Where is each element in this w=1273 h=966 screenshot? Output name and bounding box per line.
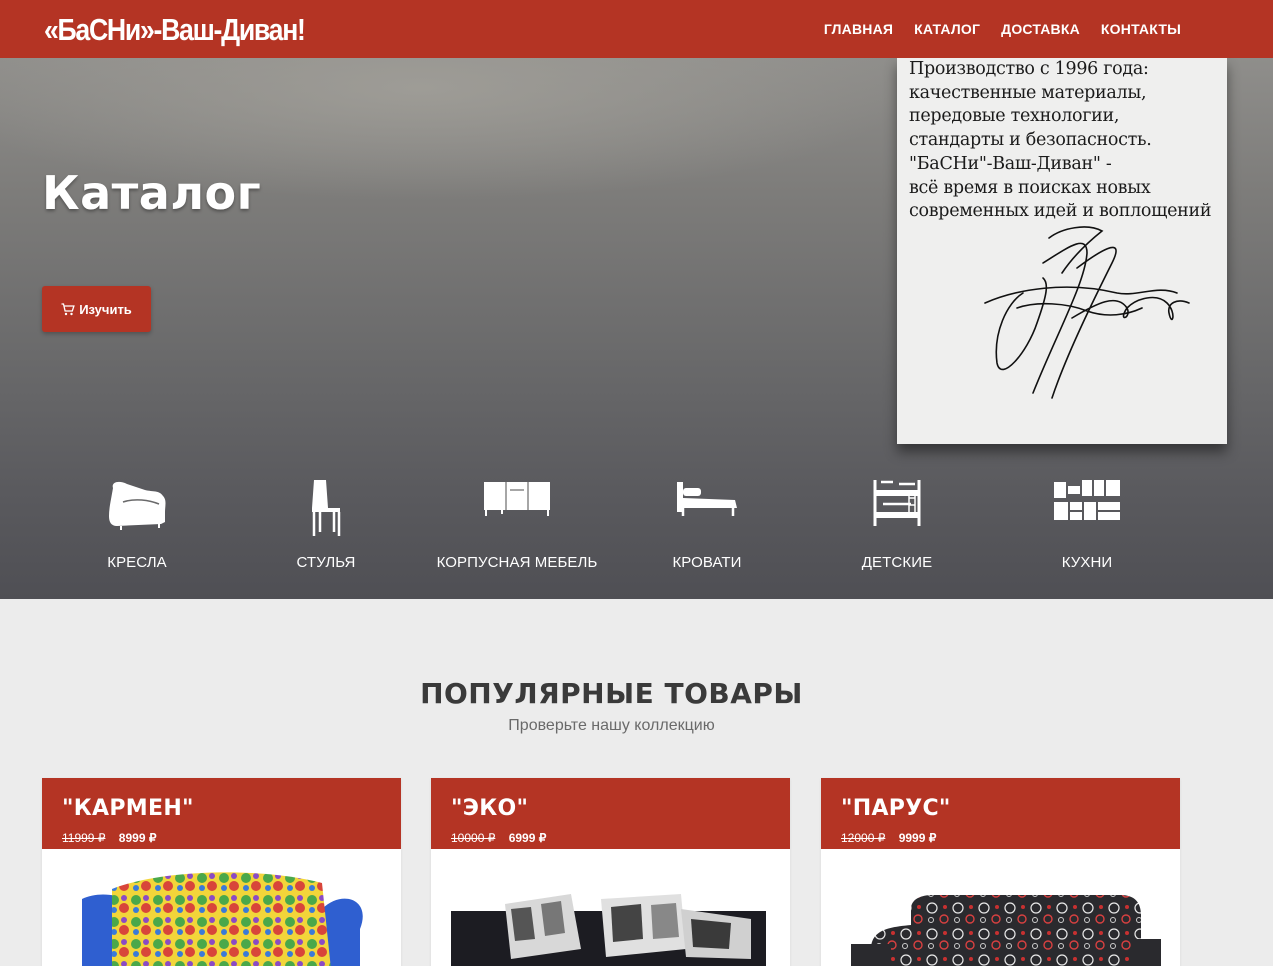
nav-link-home[interactable]: ГЛАВНАЯ: [824, 21, 893, 37]
product-card-header: "ПАРУС" 12000 ₽ 9999 ₽: [821, 778, 1180, 849]
category-label: ДЕТСКИЕ: [861, 554, 933, 571]
category-label: КУХНИ: [1061, 554, 1113, 571]
category-item-kitchens[interactable]: КУХНИ: [992, 473, 1182, 583]
popular-section-title: ПОПУЛЯРНЫЕ ТОВАРЫ: [420, 677, 803, 710]
armchair-icon: [109, 481, 166, 530]
site-logo[interactable]: «БаСНи»-Ваш-Диван!: [44, 14, 306, 45]
product-name: "ЭКО": [451, 796, 529, 821]
cart-icon: [61, 302, 75, 315]
kitchen-icon: [1054, 480, 1120, 520]
product-image-carmen: [82, 872, 363, 966]
popular-section-subtitle: Проверьте нашу коллекцию: [508, 717, 715, 734]
product-price: 9999 ₽: [898, 831, 937, 845]
product-old-price: 11999 ₽: [62, 831, 106, 845]
main-nav: ГЛАВНАЯ КАТАЛОГ ДОСТАВКА КОНТАКТЫ: [803, 0, 1181, 58]
product-image-parus: [851, 895, 1161, 966]
category-item-beds[interactable]: КРОВАТИ: [612, 473, 802, 583]
chair-icon: [312, 480, 341, 536]
cabinet-icon: [484, 482, 550, 516]
category-label: КОРПУСНАЯ МЕБЕЛЬ: [436, 554, 598, 571]
bed-icon: [677, 482, 737, 516]
signature-image: [984, 226, 1190, 399]
nav-link-delivery[interactable]: ДОСТАВКА: [1001, 21, 1080, 37]
product-prices: 10000 ₽ 6999 ₽: [451, 831, 546, 845]
nav-link-catalog[interactable]: КАТАЛОГ: [914, 21, 980, 37]
product-card-eco[interactable]: "ЭКО" 10000 ₽ 6999 ₽: [431, 778, 790, 966]
product-old-price: 10000 ₽: [451, 831, 496, 845]
company-note: Производство с 1996 года: качественные м…: [897, 58, 1227, 444]
product-old-price: 12000 ₽: [841, 831, 886, 845]
hero-section: Каталог Изучить Производство с 1996 года…: [0, 58, 1273, 599]
explore-button[interactable]: Изучить: [42, 286, 151, 332]
product-card-header: "ЭКО" 10000 ₽ 6999 ₽: [431, 778, 790, 849]
category-item-kids[interactable]: ДЕТСКИЕ: [802, 473, 992, 583]
product-price: 8999 ₽: [118, 831, 157, 845]
page-title: Каталог: [42, 166, 262, 220]
product-prices: 12000 ₽ 9999 ₽: [841, 831, 936, 845]
company-note-text: Производство с 1996 года: качественные м…: [909, 59, 1212, 222]
category-label: КРОВАТИ: [672, 554, 742, 571]
category-item-armchairs[interactable]: КРЕСЛА: [42, 473, 232, 583]
category-strip: КРЕСЛА СТУЛЬЯ КОРПУСНАЯ МЕБЕЛЬ КРОВАТИ Д…: [42, 473, 1182, 583]
product-prices: 11999 ₽ 8999 ₽: [62, 831, 156, 845]
top-navbar: «БаСНи»-Ваш-Диван! ГЛАВНАЯ КАТАЛОГ ДОСТА…: [0, 0, 1273, 58]
bunk-bed-icon: [873, 480, 921, 526]
category-item-chairs[interactable]: СТУЛЬЯ: [231, 473, 421, 583]
explore-button-label: Изучить: [79, 301, 132, 317]
product-price: 6999 ₽: [508, 831, 547, 845]
category-item-cabinet-furniture[interactable]: КОРПУСНАЯ МЕБЕЛЬ: [422, 473, 612, 583]
product-image-eco: [451, 894, 766, 966]
product-name: "КАРМЕН": [62, 796, 194, 821]
category-label: КРЕСЛА: [107, 554, 167, 571]
product-name: "ПАРУС": [841, 796, 951, 821]
category-label: СТУЛЬЯ: [296, 554, 356, 571]
nav-link-contacts[interactable]: КОНТАКТЫ: [1101, 21, 1181, 37]
product-card-header: "КАРМЕН" 11999 ₽ 8999 ₽: [42, 778, 401, 849]
product-card-parus[interactable]: "ПАРУС" 12000 ₽ 9999 ₽: [821, 778, 1180, 966]
product-card-carmen[interactable]: "КАРМЕН" 11999 ₽ 8999 ₽: [42, 778, 401, 966]
